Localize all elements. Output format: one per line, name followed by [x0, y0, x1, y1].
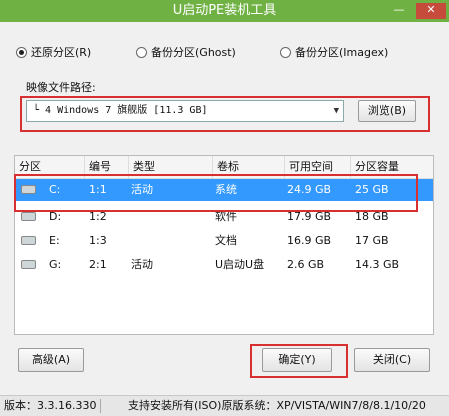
number-cell: 1:3 [89, 234, 107, 247]
minimize-button[interactable]: — [386, 3, 412, 19]
backup-ghost-option[interactable]: 备份分区(Ghost) [136, 44, 236, 60]
capacity-cell: 14.3 GB [355, 258, 400, 271]
window-title: U启动PE装机工具 [172, 3, 277, 18]
close-button[interactable]: 关闭(C) [354, 348, 430, 372]
radio-icon[interactable] [280, 46, 291, 58]
restore-partition-label: 还原分区(R) [31, 46, 92, 59]
status-bar: 版本：3.3.16.330 支持安装所有(ISO)原版系统：XP/VISTA/W… [0, 395, 449, 416]
backup-imagex-option[interactable]: 备份分区(Imagex) [280, 44, 388, 60]
radio-selected-icon[interactable] [16, 46, 27, 58]
highlight-box-ok [250, 344, 348, 378]
radio-icon[interactable] [136, 46, 147, 58]
backup-ghost-label: 备份分区(Ghost) [151, 46, 236, 59]
hard-disk-icon [21, 236, 36, 245]
free-space-cell: 16.9 GB [287, 234, 332, 247]
capacity-cell: 17 GB [355, 234, 389, 247]
usb-drive-icon [21, 260, 36, 269]
label-cell: 文档 [215, 234, 237, 247]
label-cell: U启动U盘 [215, 258, 265, 271]
version-text: 版本：3.3.16.330 [4, 399, 97, 412]
backup-imagex-label: 备份分区(Imagex) [295, 46, 389, 59]
supported-systems-text: 支持安装所有(ISO)原版系统：XP/VISTA/WIN7/8/8.1/10/2… [128, 399, 426, 412]
type-cell: 活动 [131, 258, 153, 271]
close-window-button[interactable]: ✕ [416, 3, 446, 19]
image-path-label: 映像文件路径: [26, 81, 96, 94]
advanced-button[interactable]: 高级(A) [18, 348, 84, 372]
partition-cell: E: [49, 234, 60, 247]
hard-disk-icon [21, 212, 36, 221]
table-row[interactable]: G: 2:1 活动 U启动U盘 2.6 GB 14.3 GB [15, 254, 433, 276]
restore-partition-option[interactable]: 还原分区(R) [16, 44, 91, 60]
free-space-cell: 2.6 GB [287, 258, 325, 271]
highlight-box-partition [14, 174, 418, 212]
partition-cell: G: [49, 258, 62, 271]
status-divider [100, 399, 101, 413]
highlight-box-path [20, 96, 430, 132]
title-bar: U启动PE装机工具 [0, 0, 449, 22]
number-cell: 2:1 [89, 258, 107, 271]
table-row[interactable]: E: 1:3 文档 16.9 GB 17 GB [15, 230, 433, 252]
